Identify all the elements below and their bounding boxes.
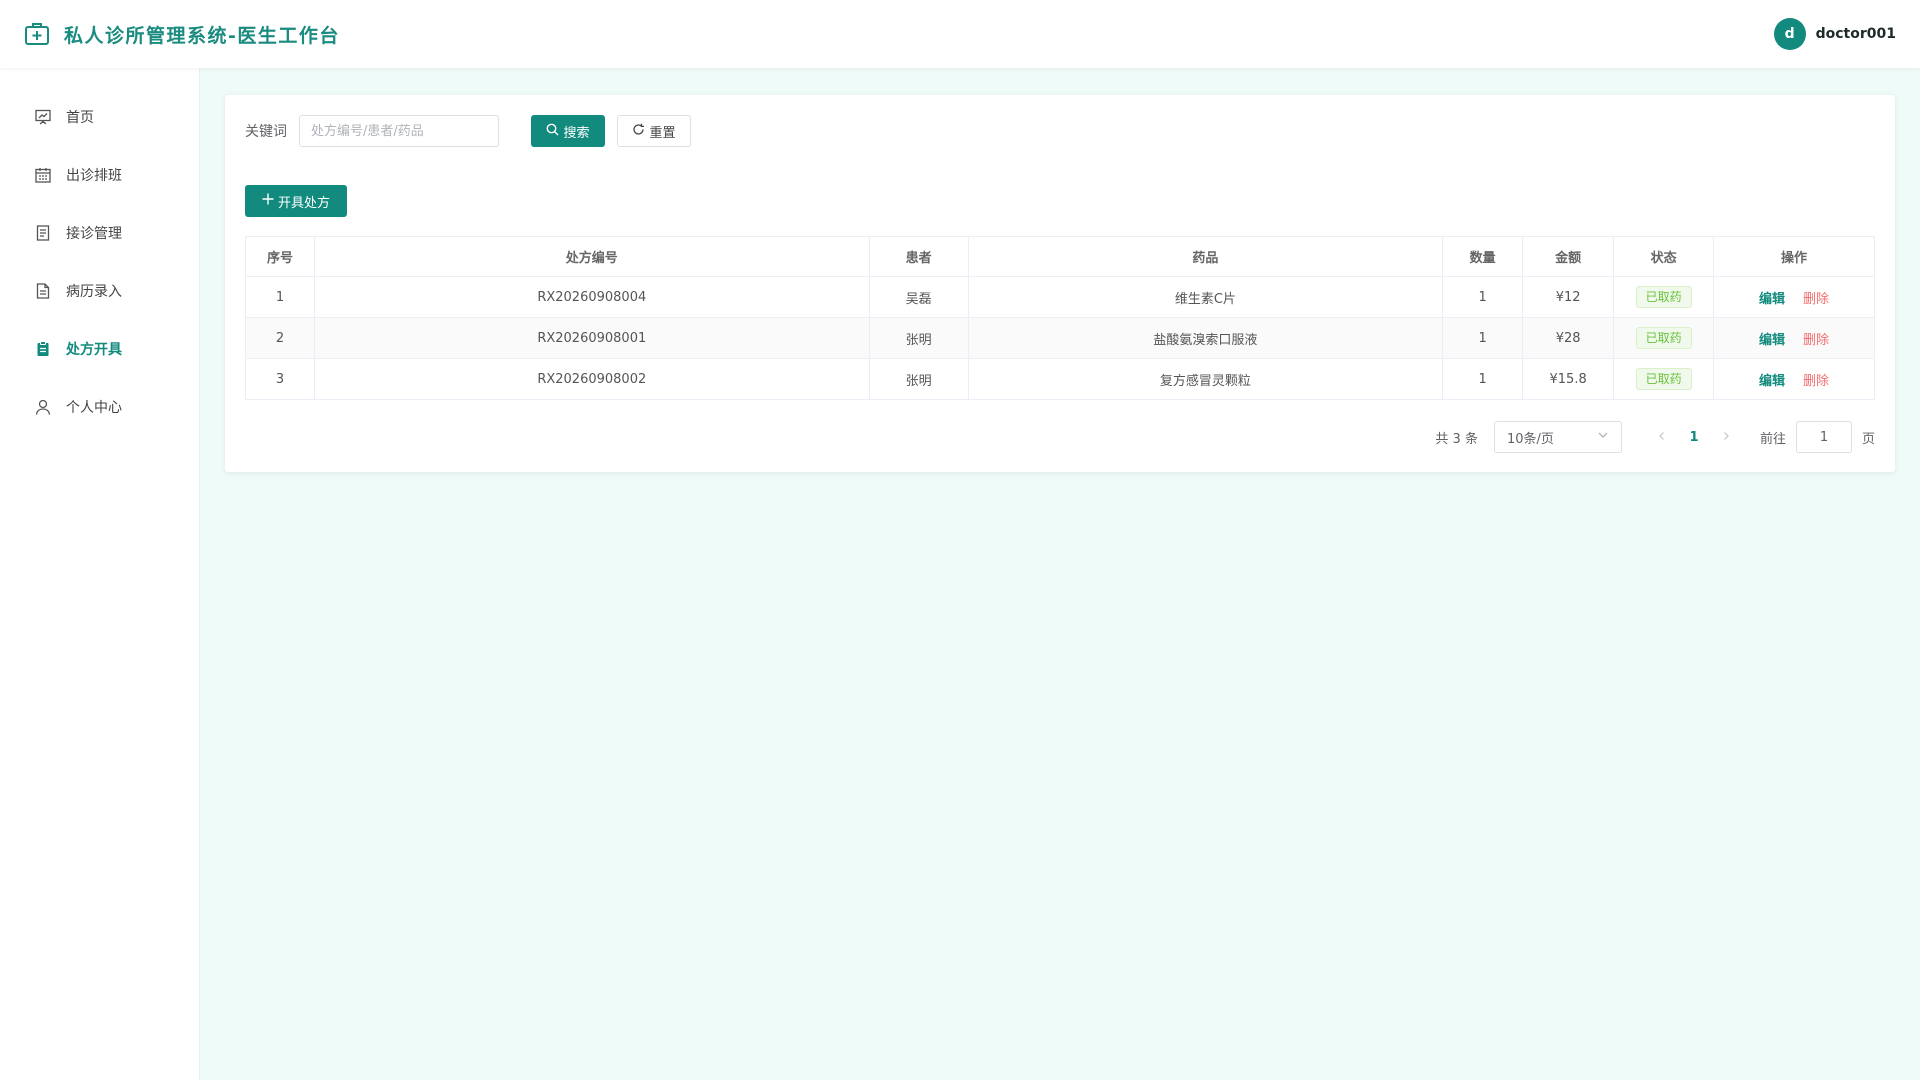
sidebar-item-label: 处方开具 [66,342,122,358]
avatar[interactable]: d [1773,18,1806,50]
search-button-label: 搜索 [563,125,590,141]
cell-code: RX20260908001 [313,317,870,359]
jump-label: 前往 [1759,431,1786,447]
sidebar-item-label: 接诊管理 [66,226,122,242]
edit-link[interactable]: 编辑 [1759,374,1785,389]
column-header: 状态 [1613,236,1715,277]
user-menu[interactable]: d doctor001 [1773,18,1896,50]
sidebar: 首页 出诊排班 接诊管理 病历录入 处方开具 个人中心 [0,68,200,1080]
cell-patient: 张明 [868,317,969,359]
sidebar-item-profile[interactable]: 个人中心 [0,378,199,436]
cell-code: RX20260908002 [313,358,870,400]
sidebar-item-reception[interactable]: 接诊管理 [0,204,199,262]
cell-drug: 盐酸氨溴索口服液 [967,317,1444,359]
page-size-select[interactable]: 10条/页 [1493,421,1622,453]
page-number-current[interactable]: 1 [1678,430,1710,445]
search-input[interactable] [299,115,499,147]
cell-status: 已取药 [1613,276,1715,318]
brand: 私人诊所管理系统-医生工作台 [24,21,340,48]
page-jump-input[interactable] [1795,421,1852,453]
pagination: 共 3 条 10条/页 1 前往 页 [1435,421,1875,453]
delete-link[interactable]: 删除 [1803,292,1829,307]
cell-amount: ¥12 [1522,276,1615,318]
cell-index: 2 [245,317,315,359]
column-header: 金额 [1522,236,1615,277]
medical-kit-icon [24,21,50,47]
keyword-label: 关键词 [245,124,287,140]
delete-link[interactable]: 删除 [1803,333,1829,348]
cell-actions: 编辑 删除 [1713,317,1875,359]
next-page-icon[interactable] [1710,429,1742,445]
cell-actions: 编辑 删除 [1713,358,1875,400]
sidebar-item-label: 病历录入 [66,284,122,300]
cell-quantity: 1 [1442,276,1524,318]
top-header: 私人诊所管理系统-医生工作台 d doctor001 [0,0,1920,68]
cell-patient: 张明 [868,358,969,400]
delete-link[interactable]: 删除 [1803,374,1829,389]
edit-link[interactable]: 编辑 [1759,333,1785,348]
column-header: 序号 [245,236,315,277]
table-row: 1 RX20260908004 吴磊 维生素C片 1 ¥12 已取药 编辑 删除 [245,276,1875,318]
clipboard-icon [34,340,52,358]
column-header: 数量 [1442,236,1524,277]
sidebar-item-schedule[interactable]: 出诊排班 [0,146,199,204]
column-header: 处方编号 [313,236,870,277]
refresh-icon [632,123,645,140]
add-prescription-label: 开具处方 [277,195,330,211]
column-header: 操作 [1713,236,1875,277]
reset-button-label: 重置 [649,125,676,141]
status-badge: 已取药 [1635,327,1692,349]
cell-status: 已取药 [1613,317,1715,359]
cell-drug: 复方感冒灵颗粒 [967,358,1444,400]
sidebar-item-prescription[interactable]: 处方开具 [0,320,199,378]
cell-code: RX20260908004 [313,276,870,318]
chevron-down-icon [1597,429,1609,445]
presentation-chart-icon [34,108,52,126]
page-size-value: 10条/页 [1506,431,1554,447]
plus-icon [262,193,274,209]
prev-page-icon[interactable] [1646,429,1678,445]
prescription-table: 序号 处方编号 患者 药品 数量 金额 状态 操作 1 RX2026090800… [245,236,1875,400]
status-badge: 已取药 [1635,368,1692,390]
status-badge: 已取药 [1635,286,1692,308]
reset-button[interactable]: 重置 [617,115,691,147]
column-header: 药品 [967,236,1444,277]
username[interactable]: doctor001 [1816,26,1896,42]
document-icon [34,282,52,300]
jump-suffix: 页 [1861,431,1875,447]
app-title: 私人诊所管理系统-医生工作台 [64,24,340,47]
table-header-row: 序号 处方编号 患者 药品 数量 金额 状态 操作 [245,236,1875,277]
search-icon [546,123,559,140]
total-count: 共 3 条 [1435,431,1478,447]
calendar-icon [34,166,52,184]
search-button[interactable]: 搜索 [531,115,605,147]
edit-link[interactable]: 编辑 [1759,292,1785,307]
column-header: 患者 [868,236,969,277]
cell-drug: 维生素C片 [967,276,1444,318]
user-icon [34,398,52,416]
sidebar-item-home[interactable]: 首页 [0,88,199,146]
cell-amount: ¥28 [1522,317,1615,359]
document-list-icon [34,224,52,242]
cell-status: 已取药 [1613,358,1715,400]
cell-quantity: 1 [1442,358,1524,400]
sidebar-item-label: 出诊排班 [66,168,122,184]
add-prescription-button[interactable]: 开具处方 [245,185,347,217]
cell-amount: ¥15.8 [1522,358,1615,400]
sidebar-item-records[interactable]: 病历录入 [0,262,199,320]
cell-index: 1 [245,276,315,318]
sidebar-item-label: 首页 [66,110,94,126]
prescription-panel: 关键词 搜索 重置 开具处方 [225,95,1895,472]
sidebar-item-label: 个人中心 [66,400,122,416]
search-bar: 关键词 搜索 重置 [245,115,691,147]
cell-patient: 吴磊 [868,276,969,318]
cell-actions: 编辑 删除 [1713,276,1875,318]
table-row: 3 RX20260908002 张明 复方感冒灵颗粒 1 ¥15.8 已取药 编… [245,358,1875,400]
cell-index: 3 [245,358,315,400]
table-row: 2 RX20260908001 张明 盐酸氨溴索口服液 1 ¥28 已取药 编辑… [245,317,1875,359]
cell-quantity: 1 [1442,317,1524,359]
